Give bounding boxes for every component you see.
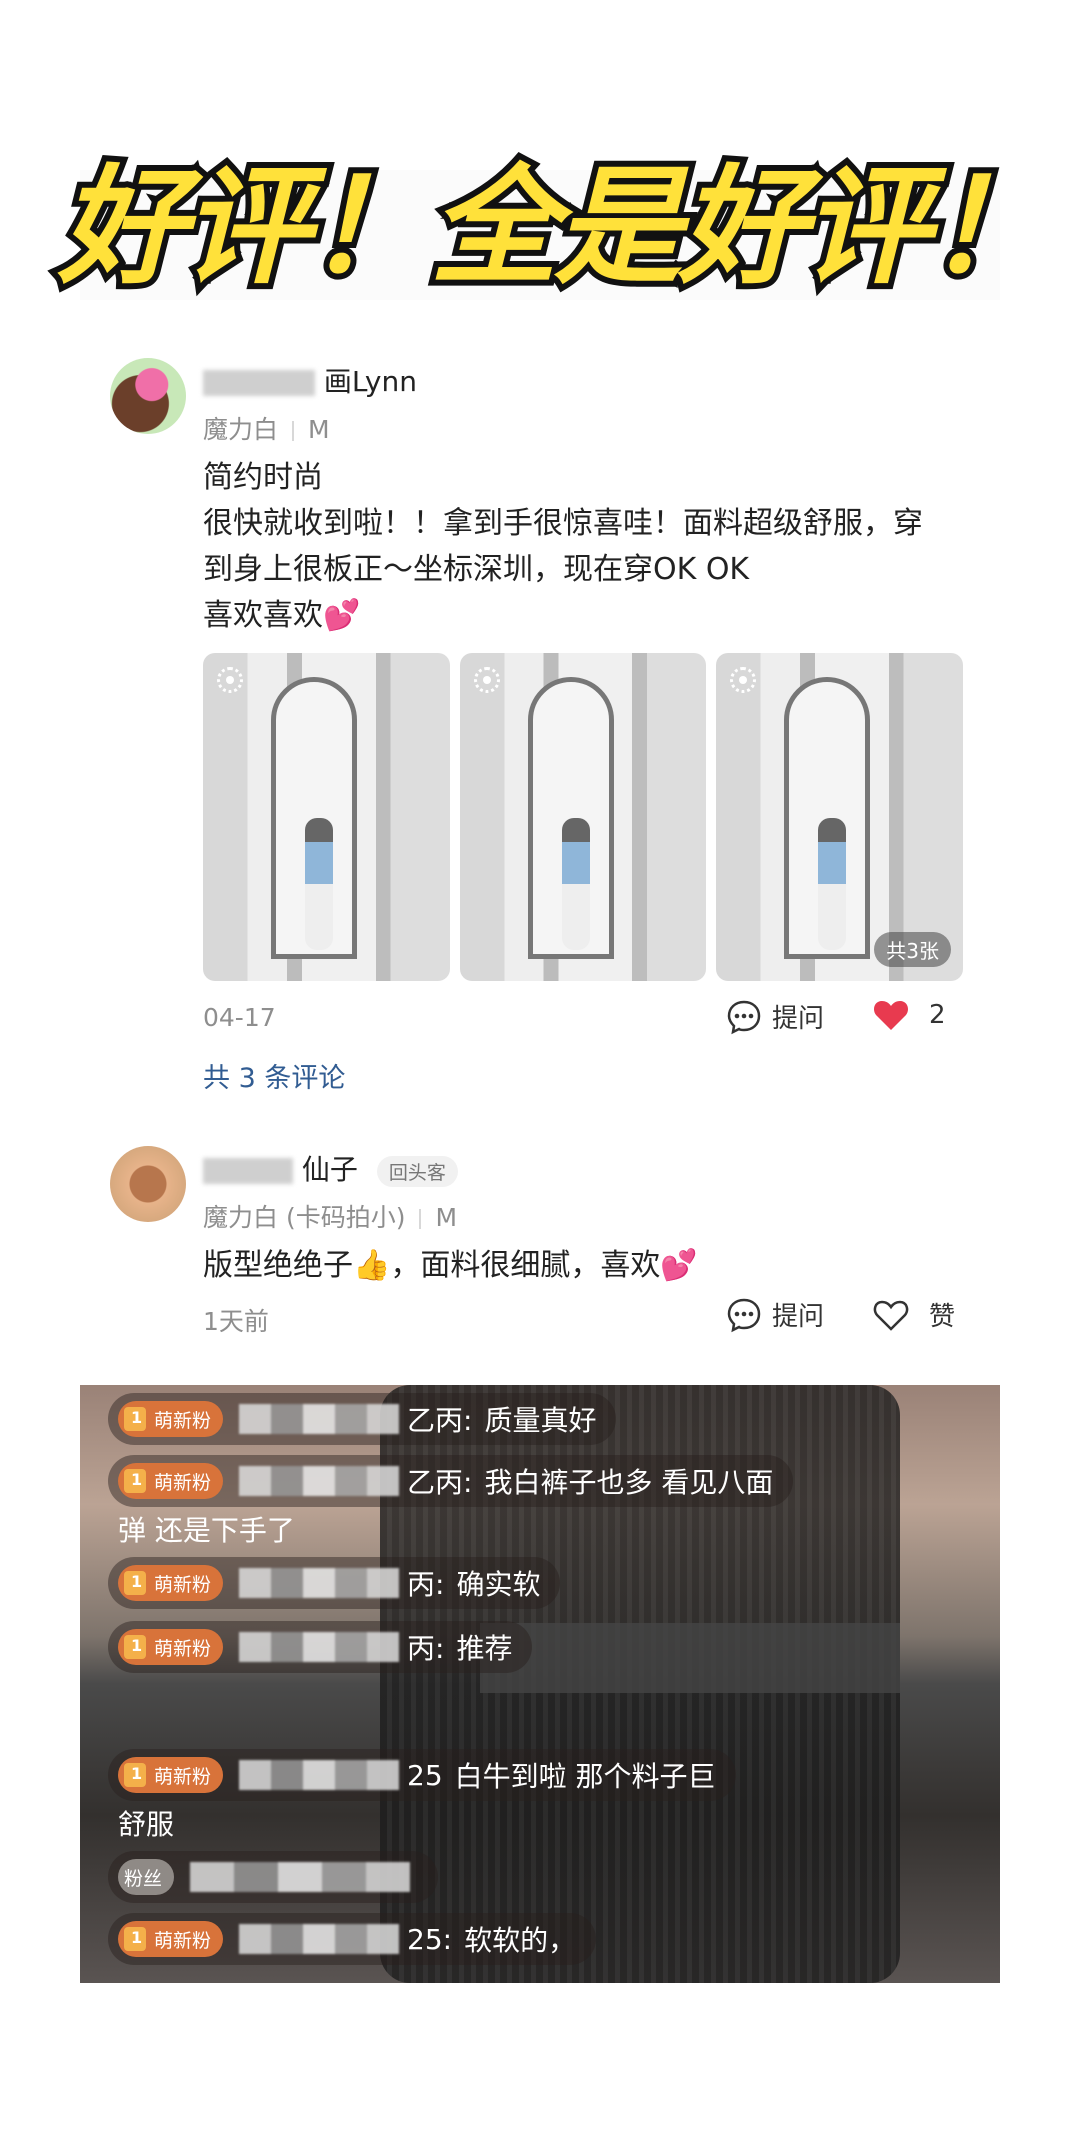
review-date: 04-17 (203, 1003, 276, 1032)
masked-name (203, 1158, 293, 1184)
product-spec: 魔力白 (卡码拍小) M (203, 1203, 458, 1232)
live-photo-icon (473, 667, 500, 693)
masked-username (239, 1924, 400, 1954)
live-comment: 萌新粉 丙: 推荐 (108, 1621, 533, 1673)
divider (292, 421, 295, 441)
avatar[interactable] (110, 358, 186, 434)
divider (419, 1209, 422, 1229)
live-comment: 萌新粉 乙丙: 质量真好 (108, 1393, 617, 1445)
reviewer-name[interactable]: 画Lynn (203, 360, 417, 400)
masked-username (190, 1862, 411, 1892)
heart-filled-icon (874, 1001, 908, 1030)
level-icon (124, 1469, 146, 1493)
headline-banner: 好评！全是好评！ (52, 147, 1060, 308)
reviewer-name[interactable]: 仙子 回头客 (203, 1148, 458, 1188)
level-icon (124, 1927, 146, 1951)
review-photo[interactable]: 共3张 (716, 653, 964, 981)
live-comment: 萌新粉 乙丙: 我白裤子也多 看见八面 (108, 1455, 794, 1507)
live-comment: 萌新粉 25 白牛到啦 那个料子巨 (108, 1749, 736, 1801)
live-photo-icon (217, 667, 243, 693)
heart-outline-icon (873, 1300, 909, 1331)
live-comments-panel: 萌新粉 乙丙: 质量真好 萌新粉 乙丙: 我白裤子也多 看见八面 弹 还是下手了… (80, 1385, 1000, 1983)
live-comment: 萌新粉 25: 软软的， (108, 1913, 597, 1965)
review-photos: 共3张 (203, 653, 964, 981)
person-image (305, 818, 333, 950)
live-photo-icon (730, 667, 757, 693)
new-fan-badge: 萌新粉 (118, 1629, 224, 1665)
new-fan-badge: 萌新粉 (118, 1565, 224, 1601)
level-icon (124, 1763, 146, 1787)
review-photo[interactable] (459, 653, 707, 981)
live-comment: 萌新粉 丙: 确实软 (108, 1557, 561, 1609)
question-bubble-icon (727, 1000, 761, 1034)
person-image (561, 818, 590, 950)
masked-username (239, 1404, 400, 1434)
view-comments-link[interactable]: 共 3 条评论 (203, 1056, 345, 1095)
new-fan-badge: 萌新粉 (118, 1921, 224, 1957)
review-date: 1天前 (203, 1307, 269, 1336)
like-button[interactable]: 赞 (873, 1296, 955, 1333)
masked-username (239, 1632, 400, 1662)
live-comment-wrap: 弹 还是下手了 (118, 1514, 295, 1547)
person-image (818, 818, 847, 950)
new-fan-badge: 萌新粉 (118, 1757, 224, 1793)
masked-name (203, 370, 315, 396)
masked-username (239, 1760, 400, 1790)
level-icon (124, 1635, 146, 1659)
returning-customer-tag: 回头客 (376, 1155, 458, 1187)
photo-count-badge: 共3张 (874, 932, 952, 967)
new-fan-badge: 萌新粉 (118, 1401, 224, 1437)
fan-badge: 粉丝 (118, 1859, 175, 1895)
product-spec: 魔力白 M (203, 415, 330, 444)
review-text: 版型绝绝子👍，面料很细腻，喜欢💕 (203, 1248, 698, 1283)
question-bubble-icon (727, 1298, 761, 1332)
level-icon (124, 1571, 146, 1595)
new-fan-badge: 萌新粉 (118, 1463, 224, 1499)
masked-username (239, 1466, 400, 1496)
review-photo[interactable] (203, 653, 450, 981)
live-comment-wrap: 舒服 (118, 1808, 175, 1841)
ask-button[interactable]: 提问 (726, 1296, 824, 1333)
like-button[interactable]: 2 (873, 998, 946, 1032)
avatar[interactable] (110, 1146, 186, 1222)
live-comment: 粉丝 (108, 1851, 439, 1903)
masked-username (239, 1568, 400, 1598)
ask-button[interactable]: 提问 (726, 998, 824, 1035)
background-belt (480, 1623, 900, 1693)
level-icon (124, 1407, 146, 1431)
review-text: 简约时尚 很快就收到啦！！拿到手很惊喜哇！面料超级舒服，穿 到身上很板正～坐标深… (203, 460, 923, 633)
